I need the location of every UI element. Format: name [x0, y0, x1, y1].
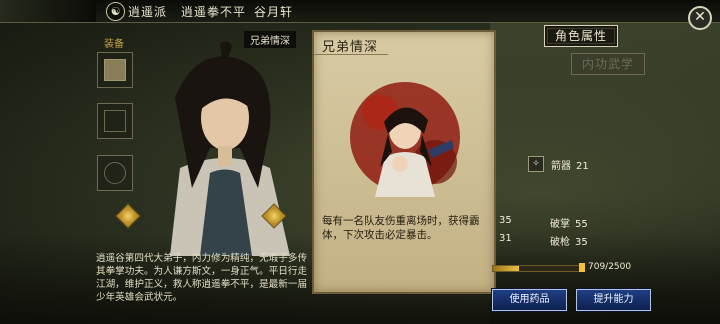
stat-spear-break-label: 破枪: [550, 237, 570, 248]
equipment-label: 装备: [104, 39, 124, 50]
stat-palm-break: 破掌 55: [550, 215, 588, 230]
stat-dart: 箭器 21: [551, 157, 589, 172]
skill-card-art: [350, 82, 460, 197]
experience-marker-icon: [579, 263, 585, 272]
stat-palm-break-label: 破掌: [550, 219, 570, 230]
equipment-slot-weapon[interactable]: [97, 103, 133, 139]
skill-card-description: 每有一名队友伤重离场时，获得霸体，下次攻击必定暴击。: [322, 215, 480, 241]
armor-icon: [104, 59, 126, 81]
experience-bar: [492, 265, 584, 272]
dart-icon: ✧: [528, 156, 544, 172]
character-portrait: [170, 41, 290, 256]
skill-card-title: 兄弟情深: [314, 36, 389, 55]
stat-spear-break: 破枪 35: [550, 233, 588, 248]
close-icon: ✕: [694, 9, 706, 25]
tab-internal-martial-arts[interactable]: 内功武学: [571, 53, 646, 75]
sect-icon: ☯: [106, 2, 125, 21]
close-button[interactable]: ✕: [688, 6, 712, 30]
accessory-icon: [104, 162, 126, 184]
character-bio: 逍遥谷第四代大弟子，内力修为精纯，无瑕子多传其拳掌功夫。为人谦方斯文，一身正气。…: [96, 253, 308, 303]
tab-character-attributes[interactable]: 角色属性: [544, 25, 619, 47]
use-medicine-button[interactable]: 使用药品: [491, 288, 568, 312]
stat-row1-value: 35: [499, 215, 512, 226]
sect-name: 逍遥派: [128, 5, 168, 19]
character-name-tag: 兄弟情深: [244, 31, 296, 48]
skill-card: 兄弟情深 每有一名队友伤重离场时，获得霸体，下次攻击必定暴击。: [312, 30, 496, 294]
top-bar: ☯ 逍遥派 逍遥拳不平 谷月轩: [0, 0, 720, 23]
experience-text: 709/2500: [588, 262, 632, 272]
equipment-slot-armor[interactable]: [97, 52, 133, 88]
stat-dart-label: 箭器: [551, 161, 571, 172]
experience-bar-fill: [493, 266, 519, 271]
location-name: 谷月轩: [254, 5, 294, 19]
martial-art-title: 逍遥拳不平: [181, 5, 247, 19]
equipment-slot-accessory[interactable]: [97, 155, 133, 191]
corner-ornament: [0, 0, 96, 22]
stat-row2-value: 31: [499, 233, 512, 244]
stat-spear-break-value: 35: [575, 237, 588, 248]
stat-dart-value: 21: [576, 161, 589, 172]
stat-palm-break-value: 55: [575, 219, 588, 230]
weapon-icon: [104, 110, 126, 132]
improve-ability-button[interactable]: 提升能力: [575, 288, 652, 312]
